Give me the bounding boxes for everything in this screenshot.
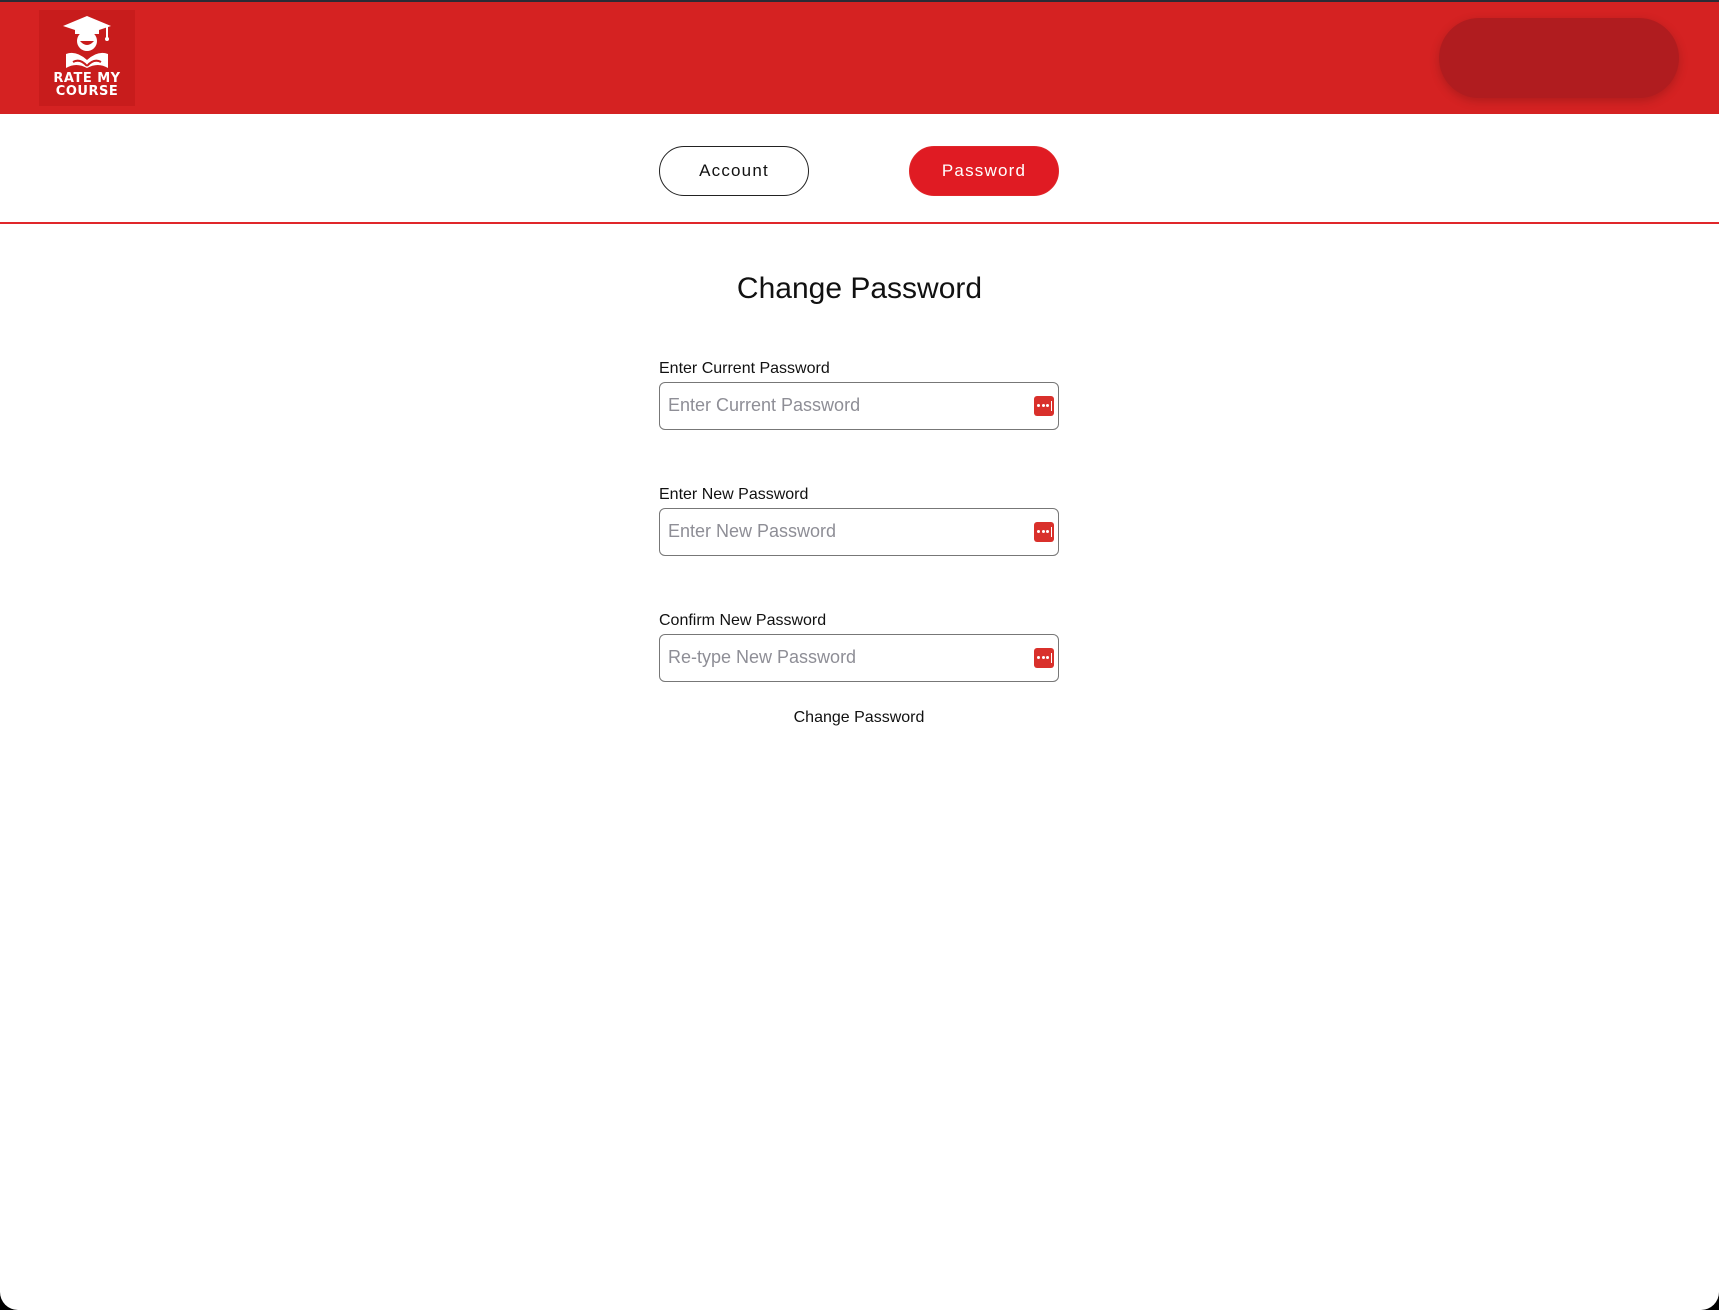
password-key-icon[interactable] (1034, 522, 1054, 542)
change-password-button[interactable]: Change Password (709, 706, 1009, 730)
password-key-icon[interactable] (1034, 396, 1054, 416)
new-password-label: Enter New Password (659, 486, 809, 503)
new-password-field (659, 508, 1059, 556)
rate-my-course-logo[interactable]: RATE MY COURSE (39, 10, 135, 106)
confirm-password-input[interactable] (668, 635, 1008, 680)
confirm-password-field (659, 634, 1059, 682)
current-password-label: Enter Current Password (659, 360, 830, 377)
top-navbar: RATE MY COURSE (0, 2, 1719, 114)
new-password-input[interactable] (668, 509, 1008, 554)
logo-line-2: COURSE (55, 84, 119, 99)
app-window: RATE MY COURSE Account Password Change P… (0, 0, 1719, 1310)
user-menu-button[interactable] (1439, 18, 1679, 98)
settings-tabs: Account Password (0, 114, 1719, 224)
current-password-field (659, 382, 1059, 430)
graduate-mascot-icon (63, 16, 111, 68)
confirm-password-label: Confirm New Password (659, 612, 827, 629)
logo-text: RATE MY COURSE (39, 72, 135, 98)
page-title: Change Password (736, 272, 983, 305)
tab-password[interactable]: Password (909, 146, 1059, 196)
password-key-icon[interactable] (1034, 648, 1054, 668)
current-password-input[interactable] (668, 383, 1008, 428)
tab-account[interactable]: Account (659, 146, 809, 196)
